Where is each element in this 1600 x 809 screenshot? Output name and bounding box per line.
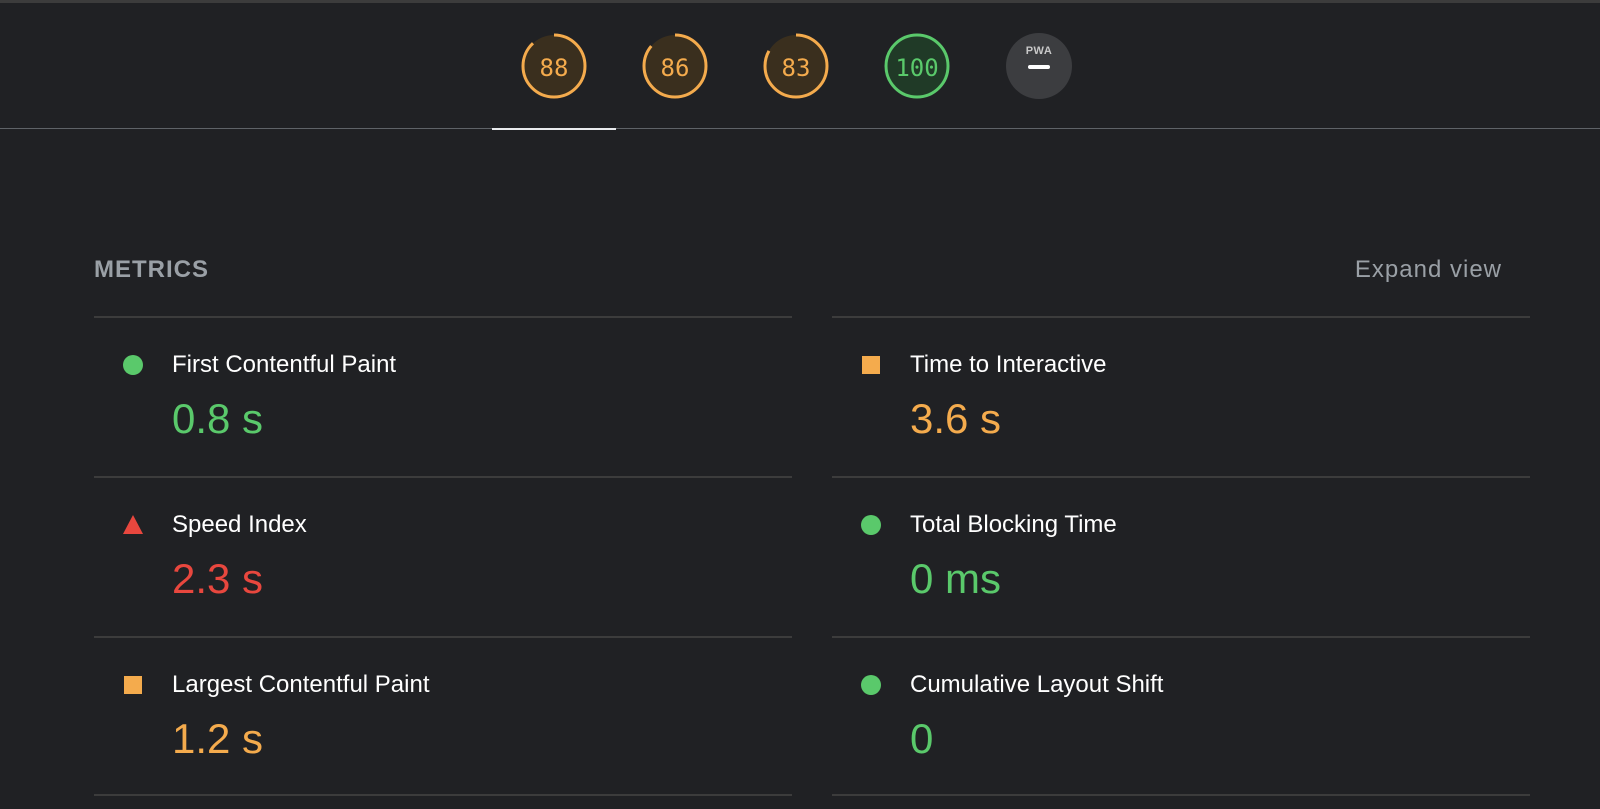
- active-tab-underline: [492, 128, 616, 130]
- gauge-score-label: 83: [781, 54, 811, 82]
- metric-value: 3.6 s: [910, 395, 1002, 442]
- metrics-column-right: Time to Interactive 3.6 s Total Blocking…: [832, 316, 1530, 796]
- metric-value: 0 ms: [910, 555, 1002, 602]
- fail-triangle-icon: [123, 515, 143, 534]
- average-square-icon: [862, 356, 880, 374]
- average-square-icon: [124, 676, 142, 694]
- gauge-category-4[interactable]: 100: [855, 33, 979, 129]
- metrics-section-title: METRICS: [94, 256, 209, 283]
- metric-first-contentful-paint: First Contentful Paint 0.8 s: [94, 316, 792, 476]
- pwa-dash-icon: [1028, 65, 1050, 69]
- gauge-pwa[interactable]: PWA: [976, 33, 1100, 129]
- metric-cumulative-layout-shift: Cumulative Layout Shift 0: [832, 636, 1530, 796]
- category-gauges-bar: 88 86 83 100 PWA: [0, 3, 1600, 130]
- pass-circle-icon: [861, 515, 881, 535]
- pwa-badge-icon: PWA: [1006, 33, 1072, 99]
- gauge-category-3[interactable]: 83: [734, 33, 858, 129]
- metric-title: Cumulative Layout Shift: [910, 671, 1164, 698]
- metric-speed-index: Speed Index 2.3 s: [94, 476, 792, 636]
- gauge-score-label: 86: [660, 54, 690, 82]
- gauge-score-label: 100: [895, 54, 939, 82]
- expand-view-toggle[interactable]: Expand view: [1355, 256, 1502, 284]
- gauge-category-1[interactable]: 88: [492, 33, 616, 130]
- metric-title: Time to Interactive: [910, 351, 1107, 378]
- metric-total-blocking-time: Total Blocking Time 0 ms: [832, 476, 1530, 636]
- metric-time-to-interactive: Time to Interactive 3.6 s: [832, 316, 1530, 476]
- metric-title: Largest Contentful Paint: [172, 671, 430, 698]
- metric-value: 0.8 s: [172, 395, 264, 442]
- metric-largest-contentful-paint: Largest Contentful Paint 1.2 s: [94, 636, 792, 796]
- metric-value: 2.3 s: [172, 555, 264, 602]
- gauge-score-label: 88: [539, 54, 569, 82]
- pwa-badge-text: PWA: [1025, 45, 1053, 57]
- metric-title: Speed Index: [172, 511, 307, 538]
- gauge-category-2[interactable]: 86: [613, 33, 737, 129]
- metric-value: 1.2 s: [172, 715, 264, 762]
- pass-circle-icon: [861, 675, 881, 695]
- metrics-column-left: First Contentful Paint 0.8 s Speed Index…: [94, 316, 792, 796]
- metric-value: 0: [910, 715, 934, 762]
- pass-circle-icon: [123, 355, 143, 375]
- metric-title: Total Blocking Time: [910, 511, 1117, 538]
- metric-title: First Contentful Paint: [172, 351, 397, 378]
